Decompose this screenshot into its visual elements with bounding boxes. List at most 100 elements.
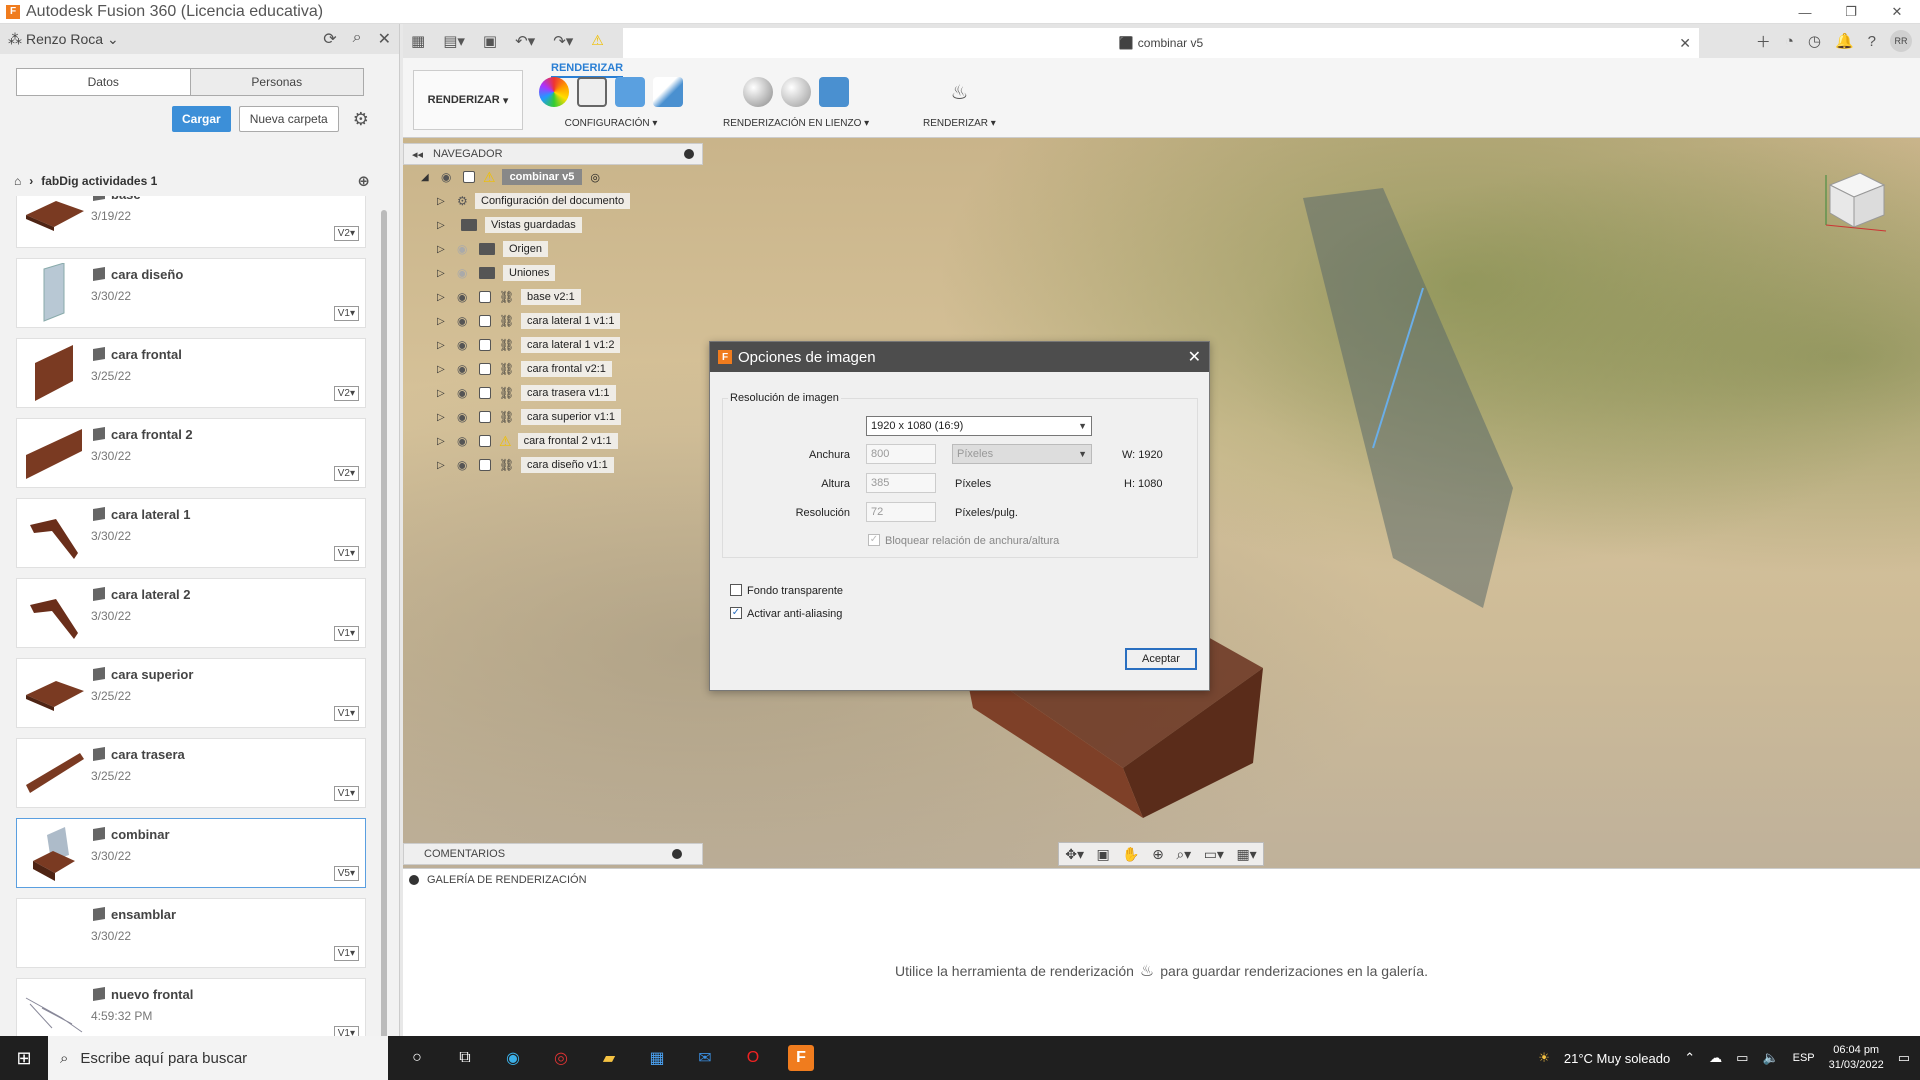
hidden-icon[interactable]: ◉	[457, 242, 475, 256]
visibility-icon[interactable]: ◉	[457, 458, 475, 472]
taskbar-search[interactable]: ⌕ Escribe aquí para buscar	[48, 1036, 388, 1080]
workspace-switcher[interactable]: RENDERIZAR ▾	[413, 70, 523, 130]
warning-icon[interactable]: ⚠	[591, 32, 604, 50]
in-canvas-render-settings-icon[interactable]	[781, 77, 812, 107]
breadcrumb-project[interactable]: fabDig actividades 1	[41, 174, 157, 188]
file-card-cara-diseno[interactable]: cara diseño 3/30/22 V1▾	[16, 258, 366, 328]
nav-item[interactable]: ▷ ◉ ⛓ cara lateral 1 v1:2	[403, 333, 703, 357]
tab-data[interactable]: Datos	[17, 69, 190, 95]
version-badge[interactable]: V2▾	[333, 226, 359, 241]
edge-icon[interactable]: ◉	[500, 1045, 526, 1071]
zoom-icon[interactable]: ⊕	[1152, 846, 1164, 863]
new-tab-icon[interactable]: ＋	[1756, 31, 1771, 52]
expand-icon[interactable]: ◢	[421, 172, 431, 183]
opera-icon[interactable]: O	[740, 1045, 766, 1071]
volume-icon[interactable]: 🔈	[1762, 1050, 1778, 1066]
close-icon[interactable]: ✕	[1188, 347, 1201, 367]
visibility-icon[interactable]: ◉	[457, 386, 475, 400]
cloud-icon[interactable]: ☁	[1709, 1050, 1722, 1066]
collapse-left-icon[interactable]: ◂◂	[412, 148, 423, 161]
version-badge[interactable]: V1▾	[333, 706, 359, 721]
data-panel-scrollbar[interactable]	[381, 210, 387, 1060]
gallery-header[interactable]: GALERÍA DE RENDERIZACIÓN	[403, 869, 1920, 891]
nav-item[interactable]: ▷ ◉ ⛓ cara frontal v2:1	[403, 357, 703, 381]
comments-panel[interactable]: COMENTARIOS	[403, 843, 703, 865]
nav-root[interactable]: ◢ ◉ ⚠ combinar v5 ◎	[403, 165, 703, 189]
upload-button[interactable]: Cargar	[172, 106, 231, 132]
lock-ratio-checkbox[interactable]: ✓	[868, 534, 880, 546]
unit-select[interactable]: Píxeles ▼	[952, 444, 1092, 464]
file-menu-icon[interactable]: ▤▾	[443, 32, 465, 50]
expand-icon[interactable]: ▷	[437, 292, 447, 303]
nav-item[interactable]: ▷ ◉ Uniones	[403, 261, 703, 285]
save-icon[interactable]: ▣	[483, 32, 497, 50]
language-indicator[interactable]: ESP	[1793, 1052, 1815, 1064]
mail-icon[interactable]: ✉	[692, 1045, 718, 1071]
user-selector[interactable]: ⁂ Renzo Roca ⌄	[8, 31, 119, 48]
nav-item[interactable]: ▷ ◉ Origen	[403, 237, 703, 261]
expand-icon[interactable]: ▷	[437, 412, 447, 423]
look-at-icon[interactable]: ▣	[1096, 846, 1109, 863]
version-badge[interactable]: V1▾	[333, 946, 359, 961]
undo-icon[interactable]: ↶▾	[515, 32, 535, 50]
close-panel-icon[interactable]: ✕	[378, 29, 391, 49]
expand-icon[interactable]: ▷	[437, 436, 447, 447]
fusion-taskbar-icon[interactable]: F	[788, 1045, 814, 1071]
version-badge[interactable]: V2▾	[333, 466, 359, 481]
tray-chevron-up-icon[interactable]: ⌃	[1684, 1050, 1695, 1066]
windows-start-icon[interactable]: ⊞	[0, 1048, 48, 1069]
view-cube[interactable]	[1820, 165, 1890, 235]
visibility-icon[interactable]: ◉	[457, 362, 475, 376]
network-icon[interactable]: ▭	[1736, 1050, 1748, 1066]
expand-icon[interactable]: ▷	[437, 460, 447, 471]
antivirus-icon[interactable]: ◎	[548, 1045, 574, 1071]
visibility-icon[interactable]: ◉	[441, 170, 459, 184]
file-card-combinar[interactable]: combinar 3/30/22 V5▾	[16, 818, 366, 888]
file-card-base[interactable]: base 3/19/22 V2▾	[16, 196, 366, 248]
in-canvas-render-icon[interactable]	[743, 77, 774, 107]
setup-group-label[interactable]: CONFIGURACIÓN ▾	[565, 118, 658, 129]
nav-item[interactable]: ▷ ◉ ⛓ cara trasera v1:1	[403, 381, 703, 405]
version-badge[interactable]: V2▾	[333, 386, 359, 401]
nav-item[interactable]: ▷ ⚙ Configuración del documento	[403, 189, 703, 213]
help-icon[interactable]: ?	[1868, 33, 1876, 50]
render-group-label[interactable]: RENDERIZAR ▾	[923, 118, 996, 129]
appearance-icon[interactable]	[539, 77, 569, 107]
nav-item[interactable]: ▷ ◉ ⚠ cara frontal 2 v1:1	[403, 429, 703, 453]
height-input[interactable]: 385	[866, 473, 936, 493]
restore-icon[interactable]: ❐	[1828, 0, 1874, 24]
close-icon[interactable]: ✕	[1874, 0, 1920, 24]
nav-item[interactable]: ▷ ◉ ⛓ cara superior v1:1	[403, 405, 703, 429]
expand-icon[interactable]: ▷	[437, 268, 447, 279]
nav-item[interactable]: ▷ ◉ ⛓ cara lateral 1 v1:1	[403, 309, 703, 333]
expand-icon[interactable]: ▷	[437, 196, 447, 207]
file-card-cara-trasera[interactable]: cara trasera 3/25/22 V1▾	[16, 738, 366, 808]
cortana-icon[interactable]: ○	[404, 1045, 430, 1071]
grid-icon[interactable]: ▦▾	[1236, 846, 1256, 863]
expand-icon[interactable]: ▷	[437, 220, 447, 231]
avatar[interactable]: RR	[1890, 30, 1912, 52]
width-input[interactable]: 800	[866, 444, 936, 464]
app-grid-icon[interactable]: ▦	[411, 32, 425, 50]
task-view-icon[interactable]: ⧉	[452, 1045, 478, 1071]
expand-icon[interactable]: ▷	[437, 340, 447, 351]
file-explorer-icon[interactable]: ▰	[596, 1045, 622, 1071]
transparent-background-checkbox[interactable]	[730, 584, 742, 596]
file-card-cara-lateral-1[interactable]: cara lateral 1 3/30/22 V1▾	[16, 498, 366, 568]
ok-button[interactable]: Aceptar	[1125, 648, 1197, 670]
notification-center-icon[interactable]: ▭	[1898, 1050, 1910, 1066]
visibility-icon[interactable]: ◉	[457, 314, 475, 328]
version-badge[interactable]: V1▾	[333, 626, 359, 641]
fit-icon[interactable]: ⌕▾	[1176, 846, 1191, 863]
new-folder-button[interactable]: Nueva carpeta	[238, 106, 339, 132]
expand-icon[interactable]: ▷	[437, 364, 447, 375]
collapse-icon[interactable]	[684, 149, 694, 159]
texture-map-icon[interactable]	[615, 77, 645, 107]
document-tab[interactable]: ⬛ combinar v5 ✕	[623, 28, 1699, 58]
version-badge[interactable]: V5▾	[333, 866, 359, 881]
gear-icon[interactable]: ⚙	[353, 109, 369, 130]
in-canvas-render-label[interactable]: RENDERIZACIÓN EN LIENZO ▾	[723, 118, 869, 129]
notifications-icon[interactable]: 🔔	[1835, 32, 1854, 50]
teapot-render-icon[interactable]: ♨	[944, 77, 974, 107]
file-card-cara-lateral-2[interactable]: cara lateral 2 3/30/22 V1▾	[16, 578, 366, 648]
